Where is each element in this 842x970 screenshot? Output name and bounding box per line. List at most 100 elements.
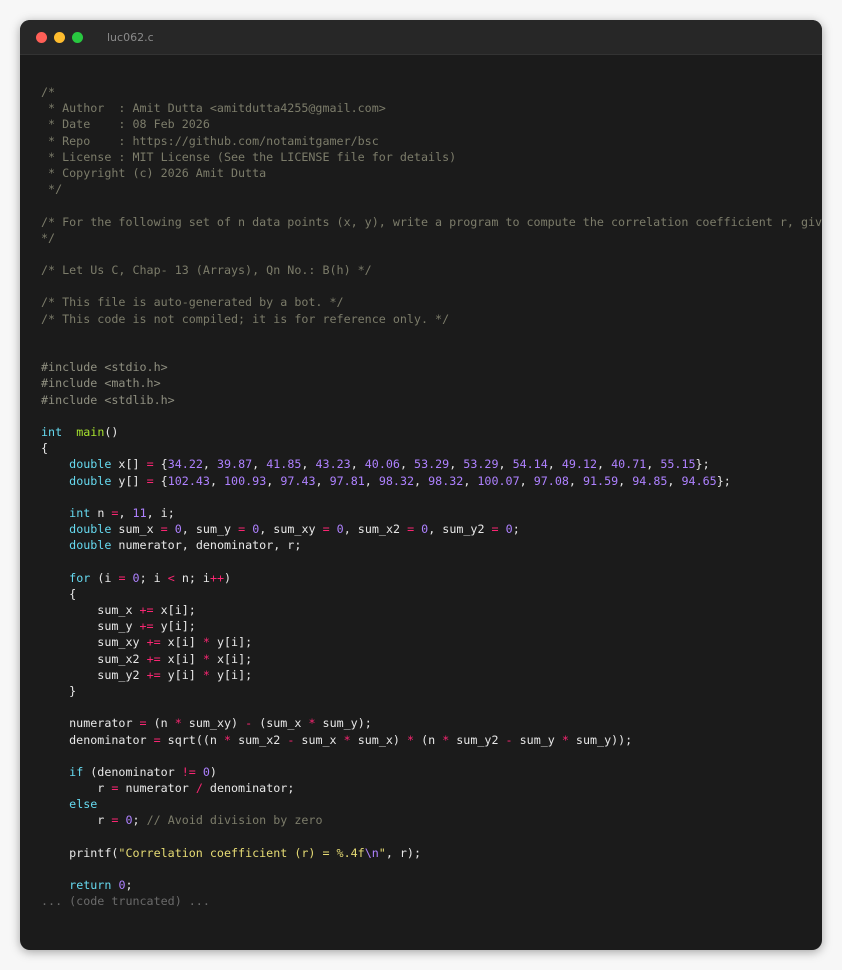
code-line: /* Let Us C, Chap- 13 (Arrays), Qn No.: … (41, 262, 822, 278)
keyword-token: else (69, 797, 98, 812)
code-token: , (646, 457, 661, 472)
operator-token: ++ (209, 570, 225, 585)
code-token: { (153, 473, 168, 488)
code-line: sum_x2 += x[i] * x[i]; (41, 651, 822, 667)
number-token: 0 (202, 764, 210, 779)
number-token: 43.23 (315, 457, 351, 472)
number-token: 39.87 (216, 457, 253, 472)
number-token: 11 (132, 505, 147, 520)
maximize-button[interactable] (72, 31, 83, 43)
code-token: n (90, 505, 112, 520)
number-token: 100.93 (224, 473, 267, 488)
number-token: 94.65 (681, 473, 717, 488)
code-token: , sum_x2 (343, 522, 408, 537)
number-token: 41.85 (266, 457, 302, 472)
code-token: , (364, 473, 379, 488)
code-token: denominator (41, 732, 154, 747)
number-token: 0 (132, 570, 140, 585)
code-line: return 0; (41, 877, 822, 893)
comment-token: /* For the following set of n data point… (41, 214, 822, 229)
number-token: 91.59 (582, 473, 619, 488)
operator-token: += (146, 667, 161, 682)
code-token: sum_xy) (181, 716, 246, 731)
code-token: ; (125, 878, 133, 893)
code-line: #include <stdlib.h> (41, 392, 822, 408)
code-line: */ (41, 230, 822, 246)
code-line: /* (41, 84, 822, 100)
code-line: * Copyright (c) 2026 Amit Dutta (41, 165, 822, 181)
code-editor[interactable]: /* * Author : Amit Dutta <amitdutta4255@… (41, 84, 822, 910)
code-line: for (i = 0; i < n; i++) (41, 570, 822, 586)
code-line: sum_xy += x[i] * y[i]; (41, 634, 822, 650)
number-token: 49.12 (561, 457, 598, 472)
number-token: 100.07 (477, 473, 520, 488)
code-token: , (202, 457, 217, 472)
preprocessor-token: #include <math.h> (41, 376, 161, 391)
code-token: , (414, 473, 429, 488)
operator-token: += (146, 635, 161, 650)
code-token: x[i] (160, 635, 203, 650)
code-line: { (41, 586, 822, 602)
comment-token: */ (41, 182, 63, 197)
operator-token: = (146, 473, 154, 488)
code-token: sum_x (41, 603, 140, 617)
comment-token: // Avoid division by zero (146, 813, 323, 828)
code-token: sum_xy (41, 635, 147, 650)
operator-token: * (561, 732, 569, 747)
operator-token: - (505, 732, 513, 747)
code-token: y[i]; (209, 667, 253, 682)
operator-token: * (202, 651, 210, 666)
minimize-button[interactable] (54, 31, 65, 43)
truncation-note: ... (code truncated) ... (41, 894, 210, 909)
function-token: main (76, 424, 105, 439)
code-token: sqrt((n (160, 732, 224, 747)
close-button[interactable] (36, 31, 47, 43)
number-token: 97.81 (329, 473, 365, 488)
comment-token: * Date : 08 Feb 2026 (41, 117, 210, 132)
code-token: , (667, 473, 682, 488)
code-line: double x[] = {34.22, 39.87, 41.85, 43.23… (41, 456, 822, 472)
number-token: 0 (174, 522, 182, 537)
code-token: y[i]; (153, 619, 196, 634)
code-line: sum_y += y[i]; (41, 618, 822, 634)
escape-token: \n (364, 845, 379, 860)
code-token: n; i (174, 570, 210, 585)
operator-token: += (139, 603, 154, 617)
code-token: , (449, 457, 464, 472)
code-line: sum_x += x[i]; (41, 602, 822, 618)
number-token: 54.14 (512, 457, 548, 472)
number-token: 97.08 (533, 473, 569, 488)
operator-token: * (343, 732, 351, 747)
code-token: sum_x (294, 732, 344, 747)
number-token: 102.43 (167, 473, 210, 488)
code-token: x[i]; (209, 651, 253, 666)
code-token: (sum_x (252, 716, 309, 731)
number-token: 40.06 (364, 457, 400, 472)
code-token: (n (414, 732, 443, 747)
code-token: , (350, 457, 365, 472)
operator-token: * (223, 732, 232, 747)
code-token: y[] (111, 473, 147, 488)
comment-token: /* This code is not compiled; it is for … (41, 311, 450, 326)
operator-token: < (167, 570, 175, 585)
code-token: , (301, 457, 316, 472)
code-token: , (519, 473, 534, 488)
string-token: "Correlation coefficient (r) = %.4f (118, 845, 365, 860)
comment-token: /* Let Us C, Chap- 13 (Arrays), Qn No.: … (41, 263, 372, 278)
code-line: ... (code truncated) ... (41, 893, 822, 909)
number-token: 98.32 (428, 473, 464, 488)
code-token: ) (224, 570, 232, 585)
